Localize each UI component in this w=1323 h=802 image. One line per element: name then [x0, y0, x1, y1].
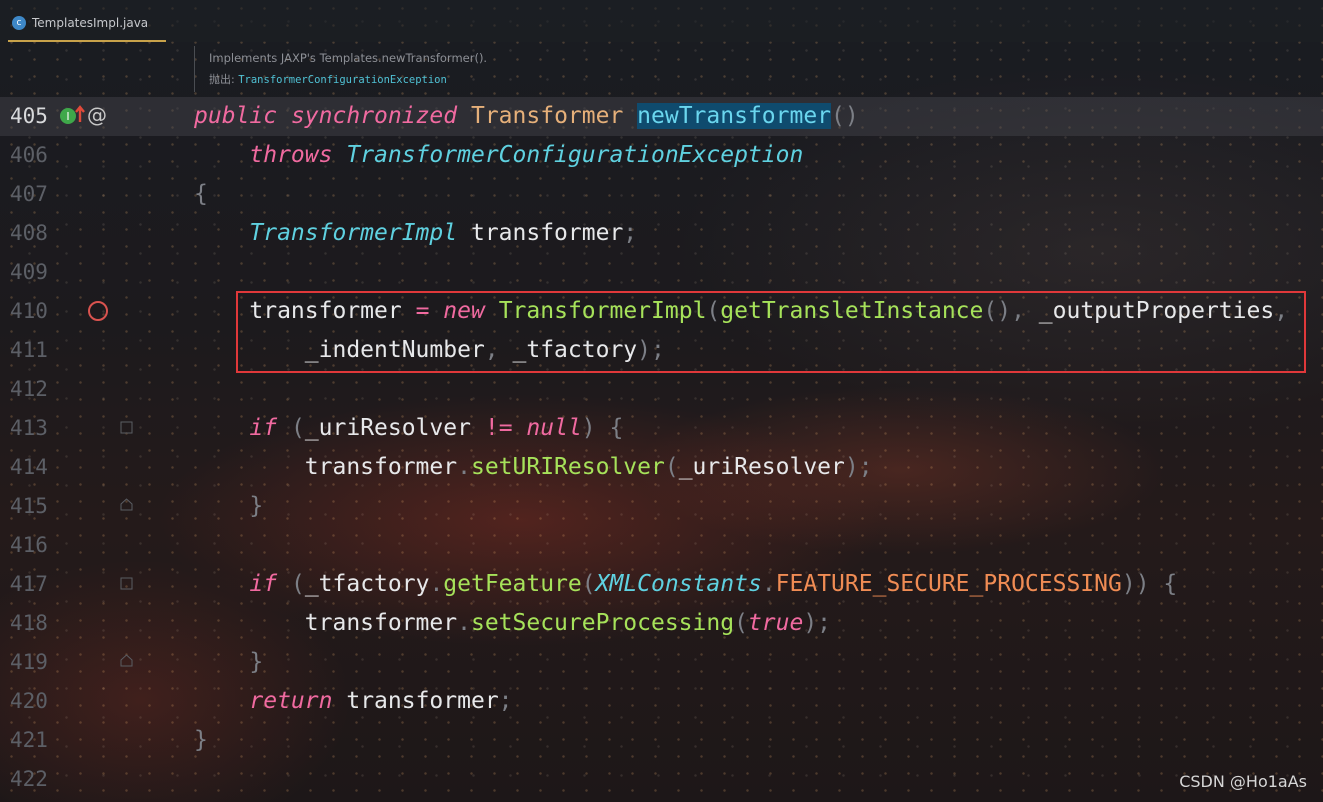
keyword: return	[249, 688, 333, 714]
identifier: transformer	[346, 688, 499, 714]
keyword: true	[747, 610, 804, 636]
punctuation: .	[457, 454, 471, 480]
punctuation: (	[290, 415, 305, 441]
identifier: _uriResolver	[304, 415, 471, 441]
type-name: TransformerImpl	[249, 220, 458, 246]
method-call: setURIResolver	[470, 454, 665, 480]
punctuation: {	[1163, 571, 1178, 597]
highlight-annotation-box	[236, 291, 1306, 373]
punctuation: .	[457, 610, 471, 636]
punctuation: (	[664, 454, 679, 480]
punctuation: .	[429, 571, 444, 597]
keyword: synchronized	[290, 103, 458, 129]
type-name: Transformer	[470, 103, 624, 129]
operator: !=	[484, 415, 513, 441]
punctuation: {	[609, 415, 624, 441]
punctuation: (	[581, 571, 596, 597]
code-line-413[interactable]: if (_uriResolver != null) {	[194, 409, 623, 448]
line-number[interactable]: 417	[10, 565, 56, 604]
punctuation: }	[194, 727, 208, 753]
punctuation: ;	[498, 688, 513, 714]
punctuation: );	[803, 610, 832, 636]
keyword: if	[249, 415, 278, 441]
type-name: XMLConstants	[595, 571, 762, 597]
punctuation: )	[581, 415, 596, 441]
line-number[interactable]: 407	[10, 175, 56, 214]
identifier: transformer	[470, 220, 624, 246]
fold-close-icon[interactable]	[119, 497, 135, 513]
line-number[interactable]: 413	[10, 409, 56, 448]
implements-method-icon[interactable]: I	[58, 104, 86, 128]
doc-summary: Implements JAXP's Templates.newTransform…	[209, 51, 488, 65]
doc-throws: 抛出: TransformerConfigurationException	[209, 71, 487, 87]
keyword: throws	[249, 142, 333, 168]
line-number[interactable]: 418	[10, 604, 56, 643]
code-line-418[interactable]: transformer.setSecureProcessing(true);	[194, 604, 831, 643]
line-number[interactable]: 416	[10, 526, 56, 565]
punctuation: {	[194, 181, 208, 207]
fold-open-icon[interactable]	[119, 420, 135, 436]
code-line-415[interactable]: }	[194, 487, 263, 526]
fold-close-icon[interactable]	[119, 653, 135, 669]
punctuation: ;	[623, 220, 638, 246]
svg-text:I: I	[66, 110, 69, 123]
punctuation: ()	[831, 103, 859, 129]
code-line-406[interactable]: throws TransformerConfigurationException	[194, 136, 803, 175]
line-number[interactable]: 406	[10, 136, 56, 175]
code-line-419[interactable]: }	[194, 643, 263, 682]
punctuation: }	[249, 649, 264, 675]
line-number[interactable]: 422	[10, 760, 56, 799]
punctuation: ))	[1121, 571, 1150, 597]
method-name: newTransformer	[637, 103, 832, 129]
keyword: if	[249, 571, 278, 597]
identifier: transformer	[304, 454, 458, 480]
code-line-414[interactable]: transformer.setURIResolver(_uriResolver)…	[194, 448, 873, 487]
line-number[interactable]: 405	[10, 97, 56, 136]
method-call: getFeature	[443, 571, 582, 597]
line-number[interactable]: 419	[10, 643, 56, 682]
line-number[interactable]: 414	[10, 448, 56, 487]
fold-open-icon[interactable]	[119, 576, 135, 592]
inline-doc-popup: Implements JAXP's Templates.newTransform…	[194, 46, 487, 92]
punctuation: .	[761, 571, 776, 597]
identifier: _tfactory	[304, 571, 430, 597]
java-class-icon: c	[12, 16, 26, 30]
punctuation: (	[290, 571, 305, 597]
line-number[interactable]: 421	[10, 721, 56, 760]
constant: FEATURE_SECURE_PROCESSING	[775, 571, 1122, 597]
keyword: public	[194, 103, 278, 129]
code-line-421[interactable]: }	[194, 721, 208, 760]
tab-filename: TemplatesImpl.java	[32, 16, 149, 30]
watermark: CSDN @Ho1aAs	[1179, 772, 1307, 791]
type-name: TransformerConfigurationException	[346, 142, 804, 168]
code-line-420[interactable]: return transformer;	[194, 682, 513, 721]
identifier: _uriResolver	[678, 454, 845, 480]
line-number[interactable]: 409	[10, 253, 56, 292]
line-number[interactable]: 408	[10, 214, 56, 253]
code-line-408[interactable]: TransformerImpl transformer;	[194, 214, 637, 253]
breakpoint-icon[interactable]	[86, 299, 110, 323]
line-number[interactable]: 410	[10, 292, 56, 331]
punctuation: }	[249, 493, 264, 519]
svg-text:@: @	[87, 103, 107, 127]
code-line-407[interactable]: {	[194, 175, 208, 214]
doc-throws-class[interactable]: TransformerConfigurationException	[238, 74, 447, 86]
code-line-417[interactable]: if (_tfactory.getFeature(XMLConstants.FE…	[194, 565, 1177, 604]
annotation-icon: @	[87, 103, 107, 127]
punctuation: );	[844, 454, 873, 480]
punctuation: (	[734, 610, 748, 636]
line-number[interactable]: 412	[10, 370, 56, 409]
doc-throws-label: 抛出:	[209, 73, 235, 86]
tab-templatesimpl-java[interactable]: c TemplatesImpl.java	[8, 6, 166, 42]
code-line-405[interactable]: public synchronized Transformer newTrans…	[194, 97, 859, 136]
editor-tab-bar: c TemplatesImpl.java	[0, 0, 1323, 42]
method-call: setSecureProcessing	[470, 610, 735, 636]
line-number[interactable]: 411	[10, 331, 56, 370]
keyword: null	[526, 415, 582, 441]
line-number[interactable]: 415	[10, 487, 56, 526]
line-number[interactable]: 420	[10, 682, 56, 721]
identifier: transformer	[304, 610, 458, 636]
